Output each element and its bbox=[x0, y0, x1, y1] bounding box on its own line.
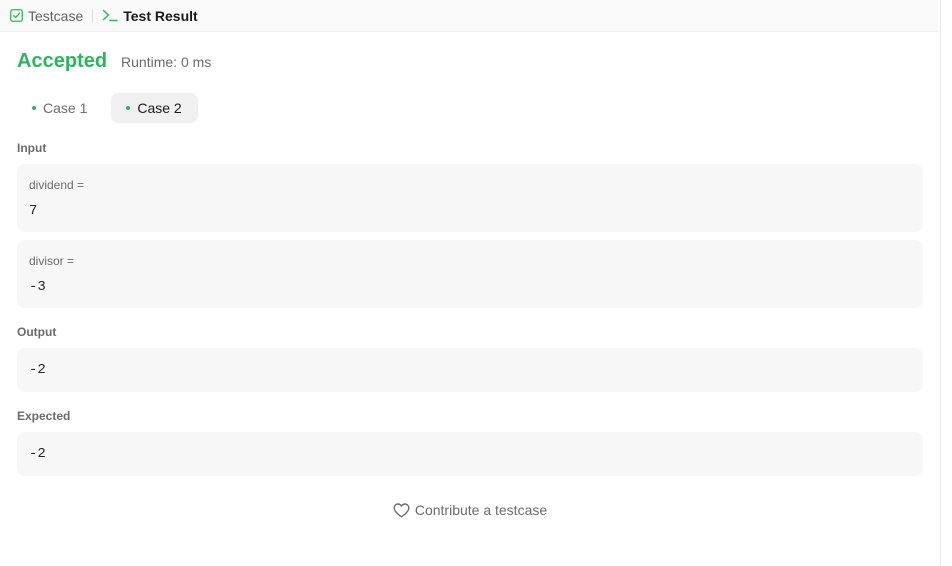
scrollbar-divider bbox=[940, 0, 941, 566]
tab-divider bbox=[92, 8, 94, 23]
status-accepted: Accepted bbox=[17, 50, 108, 72]
case-tab-2[interactable]: Case 2 bbox=[111, 93, 198, 123]
param-value: -3 bbox=[29, 279, 46, 295]
output-box: -2 bbox=[17, 348, 923, 392]
case-pass-dot bbox=[126, 106, 131, 110]
param-value: 7 bbox=[29, 203, 38, 219]
expected-box: -2 bbox=[17, 432, 923, 476]
case-tabs: Case 1 Case 2 bbox=[17, 93, 923, 123]
checkbox-icon bbox=[10, 9, 23, 22]
param-name: divisor = bbox=[29, 254, 75, 268]
heart-icon bbox=[393, 502, 410, 518]
output-value: -2 bbox=[29, 362, 46, 378]
status-row: Accepted Runtime: 0 ms bbox=[17, 40, 923, 88]
case-tab-label: Case 1 bbox=[43, 100, 88, 116]
tab-testcase-label: Testcase bbox=[28, 7, 84, 24]
result-panel-tabbar: Testcase Test Result bbox=[0, 0, 938, 32]
param-box-divisor: divisor = -3 bbox=[17, 240, 923, 308]
runtime-label: Runtime: 0 ms bbox=[121, 54, 212, 70]
scrollbar[interactable] bbox=[938, 0, 952, 566]
case-tab-1[interactable]: Case 1 bbox=[17, 93, 103, 123]
expected-value: -2 bbox=[29, 446, 46, 462]
case-pass-dot bbox=[32, 106, 36, 110]
tab-testcase[interactable]: Testcase bbox=[10, 0, 83, 32]
input-label: Input bbox=[17, 141, 47, 155]
tab-test-result[interactable]: Test Result bbox=[102, 0, 198, 32]
contribute-testcase-button[interactable]: Contribute a testcase bbox=[17, 500, 923, 520]
expected-label: Expected bbox=[17, 409, 71, 423]
param-box-dividend: dividend = 7 bbox=[17, 164, 923, 232]
test-result-content: Accepted Runtime: 0 ms Case 1 Case 2 Inp… bbox=[17, 40, 923, 520]
contribute-label: Contribute a testcase bbox=[414, 502, 548, 518]
param-name: dividend = bbox=[29, 178, 85, 192]
tab-test-result-label: Test Result bbox=[123, 7, 198, 24]
case-tab-label: Case 2 bbox=[137, 100, 182, 116]
terminal-icon bbox=[102, 9, 118, 22]
output-label: Output bbox=[17, 325, 57, 339]
